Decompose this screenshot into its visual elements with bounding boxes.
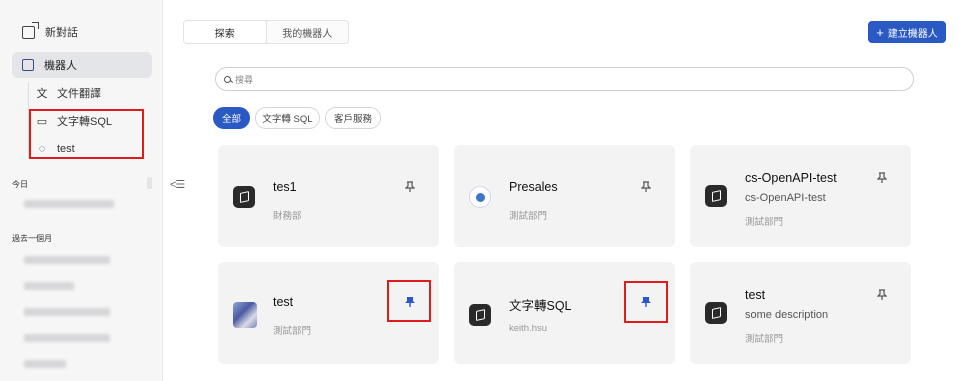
cube-icon [705, 185, 727, 207]
pin-icon[interactable] [877, 172, 887, 184]
robot-card-title: 文字轉SQL [509, 299, 572, 313]
robot-card-org: 測試部門 [273, 326, 312, 337]
highlight-box-pin [624, 281, 668, 323]
robot-card-title: Presales [509, 180, 558, 194]
robot-card-title: cs-OpenAPI-test [745, 171, 837, 185]
history-section-month: 過去一個月 [12, 234, 52, 243]
robot-card-description: some description [745, 309, 829, 321]
tab-my-robots[interactable]: 我的機器人 [267, 21, 349, 43]
plus-icon: + [876, 24, 884, 40]
highlight-box-pin [387, 280, 431, 322]
robot-card[interactable]: test some description 測試部門 [690, 262, 911, 364]
cube-icon [705, 302, 727, 324]
logo-badge-icon [469, 186, 491, 208]
robot-card-title: test [273, 295, 294, 309]
pin-icon[interactable] [405, 181, 415, 193]
history-item-blurred[interactable] [24, 334, 110, 342]
new-chat-label: 新對話 [45, 27, 78, 39]
search-icon [224, 75, 231, 83]
pin-icon[interactable] [877, 289, 887, 301]
sidebar-item-robots-label: 機器人 [44, 60, 77, 72]
sidebar-subitem-label: 文件翻譯 [57, 88, 101, 100]
sidebar-item-robots[interactable]: 機器人 [12, 52, 152, 78]
robot-card[interactable]: cs-OpenAPI-test cs-OpenAPI-test 測試部門 [690, 145, 911, 247]
robot-card-title: test [745, 288, 766, 302]
history-item-blurred[interactable] [24, 360, 66, 368]
collapse-sidebar-icon[interactable]: <☰ [170, 178, 185, 191]
chip-text-to-sql[interactable]: 文字轉 SQL [255, 107, 320, 129]
robot-card[interactable]: Presales 測試部門 [454, 145, 675, 247]
robot-card-org: 測試部門 [509, 211, 548, 222]
sidebar-subitem-translate[interactable]: 文 文件翻譯 [29, 80, 149, 106]
robot-icon [22, 59, 34, 71]
new-chat-button[interactable]: 新對話 [22, 21, 78, 40]
history-section-today: 今日 [12, 180, 28, 189]
sidebar: 新對話 機器人 文 文件翻譯 ▭ 文字轉SQL ◌ test 今日 過去一個月 [0, 0, 163, 381]
history-item-blurred[interactable] [24, 282, 74, 290]
robot-card-org: 財務部 [273, 211, 302, 222]
robot-card-description: cs-OpenAPI-test [745, 192, 826, 204]
robot-card-title: tes1 [273, 180, 297, 194]
robot-card-org: 測試部門 [745, 334, 784, 345]
history-item-blurred[interactable] [24, 308, 110, 316]
search-input[interactable]: 搜尋 [215, 67, 914, 91]
pin-icon[interactable] [641, 181, 651, 193]
sidebar-scrollbar[interactable] [147, 177, 152, 189]
robot-card-org: 測試部門 [745, 217, 784, 228]
cube-icon [233, 186, 255, 208]
category-filter: 全部 文字轉 SQL 客戶服務 [213, 107, 381, 129]
view-tabs: 探索 我的機器人 [183, 20, 349, 44]
translate-icon: 文 [36, 88, 48, 100]
search-placeholder: 搜尋 [235, 74, 254, 85]
history-item-blurred[interactable] [24, 200, 114, 208]
robot-card-org: keith.hsu [509, 323, 548, 334]
create-robot-label: 建立機器人 [887, 28, 938, 40]
cube-icon [469, 304, 491, 326]
chip-customer-service[interactable]: 客戶服務 [325, 107, 381, 129]
create-robot-button[interactable]: + 建立機器人 [868, 21, 946, 43]
history-item-blurred[interactable] [24, 256, 110, 264]
tab-explore[interactable]: 探索 [184, 21, 267, 43]
chip-all[interactable]: 全部 [213, 107, 250, 129]
new-chat-icon [22, 21, 39, 39]
highlight-box-sidebar [29, 109, 144, 159]
robot-photo-avatar [233, 302, 257, 328]
robot-card[interactable]: tes1 財務部 [218, 145, 439, 247]
